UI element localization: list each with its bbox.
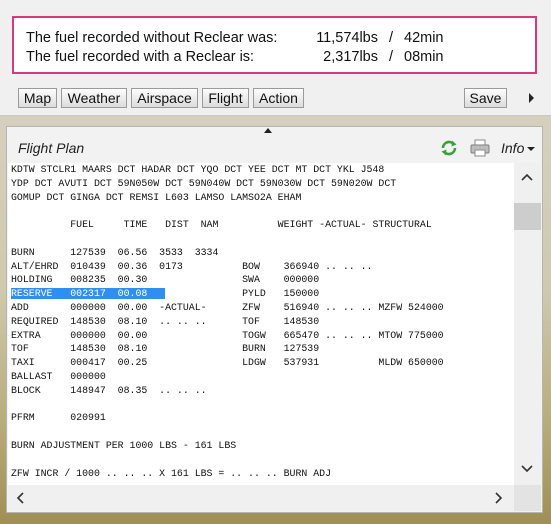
- flight-plan-line: YDP DCT AVUTI DCT 59N050W DCT 59N040W DC…: [11, 177, 397, 189]
- flight-plan-line: [8, 398, 514, 412]
- notice-fuel: 2,317lbs: [323, 49, 378, 65]
- flight-plan-line: BALLAST 000000: [11, 370, 106, 382]
- notice-separator: /: [388, 49, 394, 65]
- map-button[interactable]: Map: [18, 88, 57, 108]
- info-menu[interactable]: Info: [501, 140, 536, 156]
- flight-plan-line: BURN ADJUSTMENT PER 1000 LBS - 161 LBS: [11, 439, 237, 451]
- refresh-icon[interactable]: [440, 139, 458, 157]
- notice-time: 08min: [404, 49, 444, 65]
- flight-plan-line: [8, 425, 514, 439]
- flight-plan-line: ALT/EHRD 010439 00.36 0173 BOW 366940 ..…: [11, 260, 373, 272]
- flight-plan-line: ADD 000000 00.00 -ACTUAL- ZFW 516940 .. …: [11, 301, 444, 313]
- notice-separator: /: [388, 30, 394, 46]
- top-panel: The fuel recorded without Reclear was: 11…: [0, 0, 551, 116]
- flight-plan-line: EXTRA 000000 00.00 TOGW 665470 .. .. .. …: [11, 329, 444, 341]
- fuel-notice: The fuel recorded without Reclear was: 11…: [12, 16, 537, 74]
- flight-plan-text[interactable]: KDTW STCLR1 MAARS DCT HADAR DCT YQO DCT …: [8, 163, 514, 485]
- flight-plan-line: BURN 127539 06.56 3533 3334: [11, 246, 219, 258]
- flight-plan-line: TAXI 000417 00.25 LDGW 537931 MLDW 65000…: [11, 357, 444, 369]
- flight-plan-line: BLOCK 148947 08.35 .. .. ..: [11, 384, 207, 396]
- flight-plan-line: KDTW STCLR1 MAARS DCT HADAR DCT YQO DCT …: [11, 164, 385, 175]
- flight-plan-line: [8, 232, 514, 246]
- flight-plan-line: RESERVE 002317 00.08 PYLD 150000: [11, 288, 320, 300]
- printer-icon[interactable]: [470, 139, 490, 157]
- notice-row-without-reclear: The fuel recorded without Reclear was: 11…: [26, 29, 444, 47]
- flight-plan-line: FUEL TIME DIST NAM WEIGHT -ACTUAL- STRUC…: [11, 219, 432, 231]
- selected-text: RESERVE 002317 00.08: [11, 288, 166, 300]
- collapse-up-arrow-icon[interactable]: [264, 128, 272, 133]
- chevron-down-icon[interactable]: [521, 462, 533, 474]
- airspace-button[interactable]: Airspace: [131, 88, 198, 108]
- horizontal-scrollbar[interactable]: [8, 485, 514, 511]
- flight-plan-line: REQUIRED 148530 08.10 .. .. .. TOF 14853…: [11, 315, 320, 327]
- info-label: Info: [501, 140, 525, 156]
- flight-plan-line: ZFW INCR / 1000 .. .. .. X 161 LBS = .. …: [11, 467, 332, 479]
- toolbar-more-arrow-icon[interactable]: [529, 93, 534, 103]
- vertical-scrollbar-thumb[interactable]: [514, 203, 541, 230]
- flight-plan-title: Flight Plan: [18, 140, 85, 156]
- notice-fuel: 11,574lbs: [316, 30, 378, 46]
- scrollbar-corner: [514, 485, 541, 511]
- flight-plan-line: GOMUP DCT GINGA DCT REMSI L603 LAMSO LAM…: [11, 191, 302, 203]
- flight-button[interactable]: Flight: [202, 88, 249, 108]
- notice-time: 42min: [404, 30, 444, 46]
- notice-label: The fuel recorded with a Reclear is:: [26, 49, 255, 65]
- flight-plan-line: PFRM 020991: [11, 412, 106, 424]
- flight-plan-line: [8, 204, 514, 218]
- save-button[interactable]: Save: [464, 88, 507, 108]
- flight-plan-line: TOF 148530 08.10 BURN 127539: [11, 343, 320, 355]
- chevron-up-icon[interactable]: [521, 172, 533, 184]
- weather-button[interactable]: Weather: [61, 88, 127, 108]
- notice-label: The fuel recorded without Reclear was:: [26, 30, 278, 46]
- action-button[interactable]: Action: [253, 88, 304, 108]
- chevron-right-icon[interactable]: [492, 492, 504, 504]
- flight-plan-line: HOLDING 008235 00.30 SWA 000000: [11, 274, 320, 286]
- chevron-left-icon[interactable]: [15, 492, 27, 504]
- flight-plan-line: [8, 453, 514, 467]
- chevron-down-icon: [527, 147, 536, 152]
- notice-row-with-reclear: The fuel recorded with a Reclear is: 2,31…: [26, 48, 444, 66]
